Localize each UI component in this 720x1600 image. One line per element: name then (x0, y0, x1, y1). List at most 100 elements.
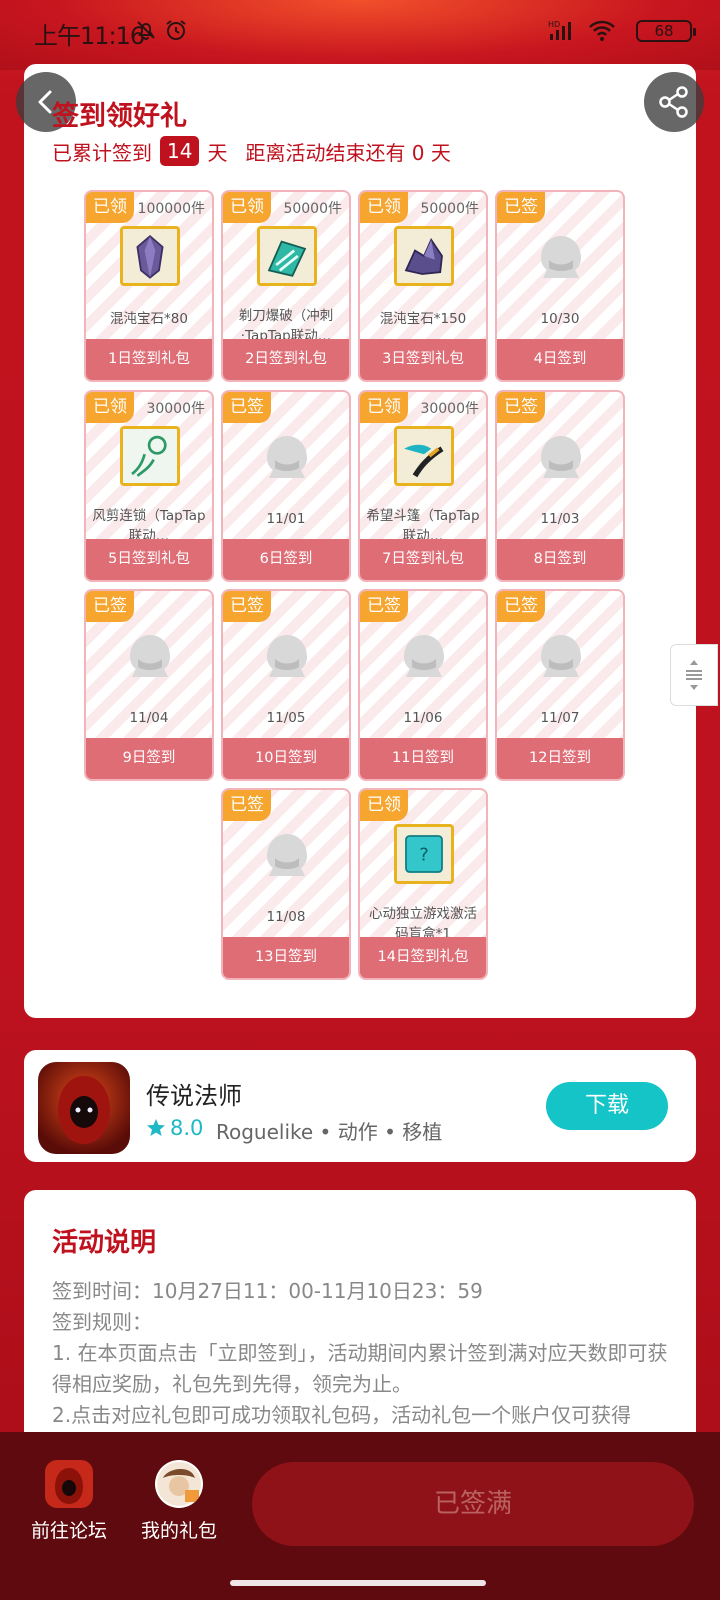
days-unit: 天 (207, 140, 228, 165)
status-time: 上午11:16 (34, 22, 145, 50)
reward-cell[interactable]: 已签 11/05 10日签到 (221, 589, 351, 781)
status-badge: 已签 (223, 591, 271, 622)
status-badge: 已签 (223, 790, 271, 821)
svg-text:HD: HD (548, 20, 560, 29)
purple-crystal-icon (394, 226, 454, 286)
game-tags: Roguelike • 动作 • 移植 (216, 1120, 443, 1144)
cumulative-label: 已累计签到 (52, 140, 152, 165)
star-icon (147, 1119, 165, 1136)
reward-cell[interactable]: 已签 10/30 4日签到 (495, 190, 625, 382)
placeholder-icon (267, 635, 307, 677)
reward-cell[interactable]: 已签 11/03 8日签到 (495, 390, 625, 582)
status-badge: 已签 (497, 192, 545, 223)
stock-count: 30000件 (420, 401, 479, 417)
status-badge: 已领 (86, 392, 134, 423)
wifi-icon (589, 20, 615, 41)
reward-footer: 1日签到礼包 (86, 339, 212, 380)
svg-text:?: ? (419, 844, 429, 865)
reward-cell[interactable]: 已领 100000件 混沌宝石*80 1日签到礼包 (84, 190, 214, 382)
reward-cell[interactable]: 已领 50000件 剃刀爆破（冲刺·TapTap联动… 2日签到礼包 (221, 190, 351, 382)
hope-cloak-icon (394, 426, 454, 486)
forum-button[interactable]: 前往论坛 (14, 1460, 124, 1543)
avatar (155, 1460, 203, 1508)
reward-footer: 4日签到 (497, 339, 623, 380)
description-line: 1. 在本页面点击「立即签到」，活动期间内累计签到满对应天数即可获得相应奖励，礼… (52, 1341, 668, 1396)
signin-summary: 已累计签到 14 天 距离活动结束还有 0 天 (52, 136, 451, 166)
placeholder-icon (267, 436, 307, 478)
remaining-days-text: 距离活动结束还有 0 天 (245, 140, 451, 165)
side-drawer-handle[interactable] (670, 644, 718, 706)
description-body: 签到时间：10月27日11：00-11月10日23：59 签到规则： 1. 在本… (52, 1276, 678, 1431)
rating-value: 8.0 (170, 1116, 204, 1140)
reward-cell[interactable]: 已签 11/07 12日签到 (495, 589, 625, 781)
game-name: 传说法师 (146, 1082, 242, 1110)
reward-footer: 6日签到 (223, 539, 349, 580)
my-gifts-button[interactable]: 我的礼包 (124, 1460, 234, 1543)
reward-footer: 5日签到礼包 (86, 539, 212, 580)
description-line: 签到时间：10月27日11：00-11月10日23：59 (52, 1279, 483, 1303)
stock-count: 100000件 (137, 201, 205, 217)
status-badge: 已签 (497, 392, 545, 423)
reward-footer: 7日签到礼包 (360, 539, 486, 580)
reward-cell[interactable]: 已签 11/01 6日签到 (221, 390, 351, 582)
purple-gem-icon (120, 226, 180, 286)
reward-cell[interactable]: 已领 30000件 风剪连锁（TapTap联动… 5日签到礼包 (84, 390, 214, 582)
home-indicator (230, 1580, 486, 1586)
stock-count: 50000件 (420, 201, 479, 217)
reward-footer: 14日签到礼包 (360, 937, 486, 978)
alarm-icon (166, 20, 186, 40)
share-button[interactable] (644, 72, 704, 132)
game-icon (38, 1062, 130, 1154)
reward-cell[interactable]: 已签 11/06 11日签到 (358, 589, 488, 781)
reward-footer: 2日签到礼包 (223, 339, 349, 380)
reward-cell[interactable]: 已领 ? 心动独立游戏激活码盲盒*1 14日签到礼包 (358, 788, 488, 980)
drag-handle-icon (686, 660, 702, 690)
status-badge: 已领 (360, 790, 408, 821)
reward-cell[interactable]: 已签 11/08 13日签到 (221, 788, 351, 980)
placeholder-icon (267, 834, 307, 876)
status-badge: 已领 (223, 192, 271, 223)
description-line: 2.点击对应礼包即可成功领取礼包码，活动礼包一个账户仅可获得 (52, 1403, 632, 1427)
status-badge: 已领 (86, 192, 134, 223)
status-badge: 已签 (223, 392, 271, 423)
signal-icon: HD (548, 20, 571, 40)
game-card[interactable]: 传说法师 8.0 Roguelike • 动作 • 移植 下载 (24, 1050, 696, 1162)
reward-cell[interactable]: 已领 50000件 混沌宝石*150 3日签到礼包 (358, 190, 488, 382)
wind-scissors-icon (120, 426, 180, 486)
placeholder-icon (404, 635, 444, 677)
stock-count: 30000件 (146, 401, 205, 417)
stock-count: 50000件 (283, 201, 342, 217)
placeholder-icon (541, 236, 581, 278)
mute-bell-icon (137, 21, 155, 40)
battery-indicator: 68 (636, 20, 696, 42)
status-badge: 已签 (497, 591, 545, 622)
placeholder-icon (130, 635, 170, 677)
game-rating: 8.0 (146, 1116, 203, 1140)
download-button[interactable]: 下载 (546, 1082, 668, 1130)
reward-footer: 8日签到 (497, 539, 623, 580)
placeholder-icon (541, 436, 581, 478)
bottom-action-bar: 前往论坛 我的礼包 已签满 (0, 1432, 720, 1600)
signed-full-button[interactable]: 已签满 (252, 1462, 694, 1546)
teal-blade-icon (257, 226, 317, 286)
reward-cell[interactable]: 已签 11/04 9日签到 (84, 589, 214, 781)
status-badge: 已签 (86, 591, 134, 622)
status-badge: 已领 (360, 192, 408, 223)
reward-cell[interactable]: 已领 30000件 希望斗篷（TapTap联动… 7日签到礼包 (358, 390, 488, 582)
description-line: 签到规则： (52, 1310, 152, 1334)
reward-footer: 11日签到 (360, 738, 486, 779)
share-icon (659, 86, 688, 118)
status-badge: 已领 (360, 392, 408, 423)
status-bar: 上午11:16 HD 68 (0, 0, 720, 62)
forum-icon (45, 1460, 93, 1508)
reward-footer: 12日签到 (497, 738, 623, 779)
blind-box-icon: ? (394, 824, 454, 884)
cumulative-days: 14 (160, 136, 200, 166)
my-gifts-label: 我的礼包 (140, 1520, 217, 1542)
forum-label: 前往论坛 (30, 1520, 107, 1542)
reward-footer: 3日签到礼包 (360, 339, 486, 380)
placeholder-icon (541, 635, 581, 677)
reward-footer: 13日签到 (223, 937, 349, 978)
status-badge: 已签 (360, 591, 408, 622)
reward-footer: 9日签到 (86, 738, 212, 779)
